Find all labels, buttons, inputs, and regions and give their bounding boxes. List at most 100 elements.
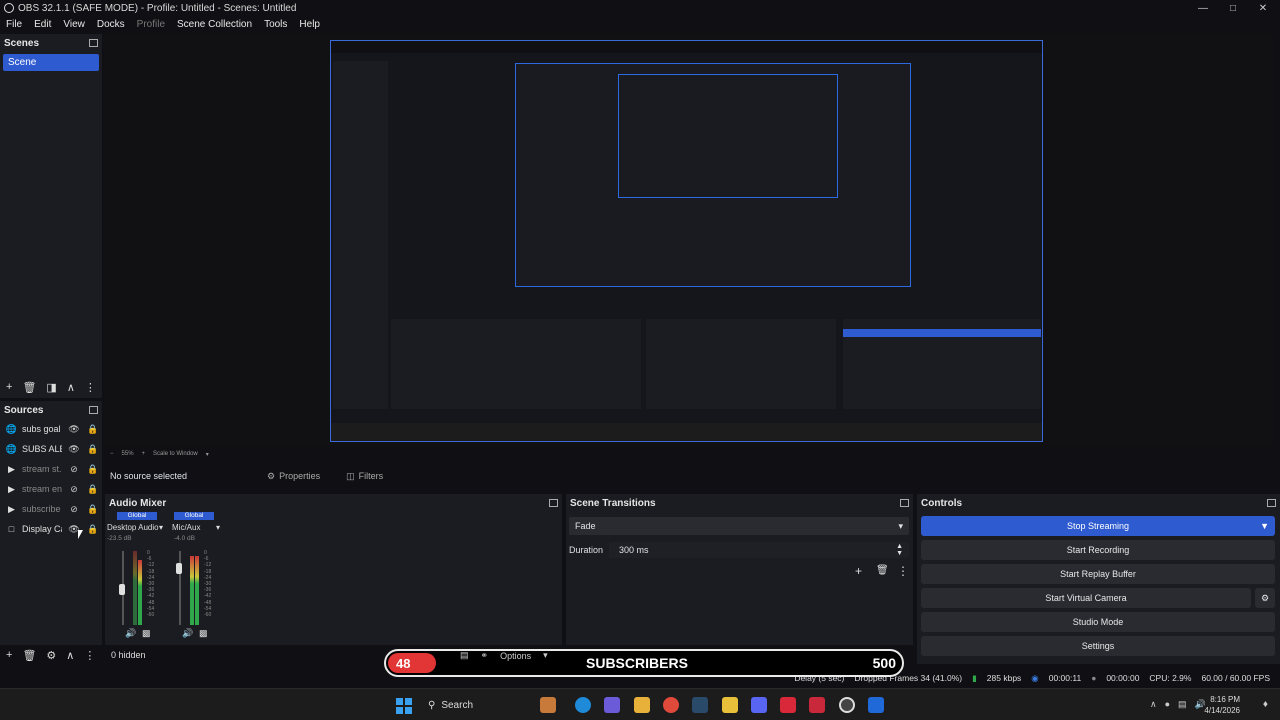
stop-streaming-button[interactable]: Stop Streaming ▼: [921, 516, 1275, 536]
chevron-down-icon[interactable]: ▾: [159, 523, 163, 532]
source-item[interactable]: ▶ stream st... ⊘ 🔒: [0, 459, 102, 479]
hidden-eye-icon[interactable]: ⊘: [67, 464, 81, 475]
remove-source-icon[interactable]: 🗑: [22, 649, 36, 662]
add-source-icon[interactable]: +: [6, 649, 12, 661]
lock-icon[interactable]: 🔒: [86, 484, 100, 495]
scene-list-item[interactable]: Scene: [3, 54, 99, 71]
volume-slider-knob[interactable]: [119, 584, 125, 595]
chevron-down-icon[interactable]: ▾: [543, 650, 548, 661]
zoom-in-icon[interactable]: +: [142, 451, 146, 457]
menu-file[interactable]: File: [0, 19, 28, 30]
scene-filters-icon[interactable]: ◨: [46, 381, 56, 394]
source-item[interactable]: 🌐 SUBS ALERT 👁 🔒: [0, 439, 102, 459]
steam-icon[interactable]: [692, 697, 708, 713]
float-dock-icon[interactable]: [1267, 499, 1276, 507]
menu-edit[interactable]: Edit: [28, 19, 57, 30]
spinner-arrows-icon[interactable]: ▲ ▼: [896, 543, 903, 557]
add-transition-icon[interactable]: +: [855, 564, 862, 578]
controls-header: Controls: [917, 494, 1280, 512]
notification-bell-icon[interactable]: ♦: [1263, 699, 1268, 710]
channel-menu-icon[interactable]: ▩: [199, 628, 208, 639]
float-dock-icon[interactable]: [549, 499, 558, 507]
add-scene-icon[interactable]: +: [6, 381, 12, 393]
more-options-icon[interactable]: ⋮: [84, 649, 95, 662]
filters-button[interactable]: ◫ Filters: [340, 469, 389, 484]
discord-icon[interactable]: [751, 697, 767, 713]
close-button[interactable]: ✕: [1248, 0, 1278, 16]
source-item[interactable]: 🌐 subs goal 👁 🔒: [0, 419, 102, 439]
preview-canvas[interactable]: [330, 40, 1043, 442]
volume-slider-knob[interactable]: [176, 563, 182, 574]
zoom-out-icon[interactable]: −: [110, 451, 114, 457]
studio-mode-button[interactable]: Studio Mode: [921, 612, 1275, 632]
chevron-down-icon[interactable]: ▾: [216, 523, 220, 532]
file-explorer-icon[interactable]: [634, 697, 650, 713]
widget-icon[interactable]: [540, 697, 556, 713]
lock-icon[interactable]: 🔒: [86, 504, 100, 515]
app-icon[interactable]: [868, 697, 884, 713]
start-replay-buffer-button[interactable]: Start Replay Buffer: [921, 564, 1275, 584]
source-item[interactable]: □ Display Ca... 👁 🔒: [0, 519, 102, 539]
app-icon[interactable]: [722, 697, 738, 713]
scale-label[interactable]: Scale to Window: [153, 451, 198, 457]
lock-icon[interactable]: 🔒: [86, 444, 100, 455]
acrobat-icon[interactable]: [780, 697, 796, 713]
speaker-icon[interactable]: 🔊: [182, 628, 193, 639]
source-item[interactable]: ▶ subscribe ⊘ 🔒: [0, 499, 102, 519]
taskbar-search[interactable]: ⚲ Search: [422, 693, 582, 717]
hidden-eye-icon[interactable]: ⊘: [67, 504, 81, 515]
start-virtual-camera-button[interactable]: Start Virtual Camera: [921, 588, 1251, 608]
window-icon[interactable]: ▤: [460, 650, 469, 661]
visibility-eye-icon[interactable]: 👁: [67, 424, 81, 435]
media-icon[interactable]: [809, 697, 825, 713]
zoom-level[interactable]: 55%: [122, 451, 134, 457]
menu-scene-collection[interactable]: Scene Collection: [171, 19, 258, 30]
settings-button[interactable]: Settings: [921, 636, 1275, 656]
move-up-icon[interactable]: ∧: [66, 649, 74, 662]
minimize-button[interactable]: —: [1188, 0, 1218, 16]
options-label[interactable]: Options: [500, 651, 531, 661]
chevron-down-icon[interactable]: ▼: [1260, 521, 1269, 531]
remove-scene-icon[interactable]: 🗑: [22, 381, 36, 394]
more-options-icon[interactable]: ⋮: [85, 381, 96, 394]
remove-transition-icon[interactable]: 🗑: [876, 565, 889, 576]
transition-select[interactable]: Fade ▾: [569, 517, 909, 535]
obs-taskbar-icon[interactable]: [839, 697, 855, 713]
float-dock-icon[interactable]: [89, 406, 98, 414]
start-recording-button[interactable]: Start Recording: [921, 540, 1275, 560]
virtual-camera-settings-button[interactable]: ⚙: [1255, 588, 1275, 608]
lock-icon[interactable]: 🔒: [86, 424, 100, 435]
lock-icon[interactable]: 🔒: [86, 524, 100, 535]
float-dock-icon[interactable]: [900, 499, 909, 507]
hidden-count[interactable]: 0 hidden: [111, 650, 146, 660]
taskbar-clock[interactable]: 8:16 PM 4/14/2026: [1204, 694, 1240, 716]
float-dock-icon[interactable]: [89, 39, 98, 47]
source-settings-icon[interactable]: ⚙: [46, 649, 56, 662]
microphone-icon[interactable]: ●: [1165, 699, 1170, 710]
menu-view[interactable]: View: [57, 19, 91, 30]
windows-start-icon[interactable]: [396, 698, 412, 714]
properties-button[interactable]: ⚙ Properties: [261, 469, 326, 484]
chevron-down-icon[interactable]: ▾: [206, 451, 209, 458]
more-options-icon[interactable]: ⋮: [897, 564, 909, 578]
hidden-eye-icon[interactable]: ⊘: [67, 484, 81, 495]
speaker-icon[interactable]: 🔊: [125, 628, 136, 639]
maximize-button[interactable]: □: [1218, 0, 1248, 16]
duration-input[interactable]: 300 ms ▲ ▼: [609, 542, 909, 558]
link-icon[interactable]: ⚭: [481, 650, 489, 661]
channel-menu-icon[interactable]: ▩: [142, 628, 151, 639]
visibility-eye-icon[interactable]: 👁: [67, 444, 81, 455]
edge-browser-icon[interactable]: [575, 697, 591, 713]
source-item[interactable]: ▶ stream en... ⊘ 🔒: [0, 479, 102, 499]
menu-docks[interactable]: Docks: [91, 19, 131, 30]
chrome-icon[interactable]: [663, 697, 679, 713]
title-bar: OBS 32.1.1 (SAFE MODE) - Profile: Untitl…: [0, 0, 1280, 16]
teams-icon[interactable]: [604, 697, 620, 713]
lock-icon[interactable]: 🔒: [86, 464, 100, 475]
menu-help[interactable]: Help: [293, 19, 326, 30]
move-up-icon[interactable]: ∧: [67, 381, 75, 394]
menu-profile[interactable]: Profile: [131, 19, 171, 30]
network-icon[interactable]: ▤: [1178, 699, 1187, 710]
menu-tools[interactable]: Tools: [258, 19, 293, 30]
chevron-up-icon[interactable]: ∧: [1150, 699, 1157, 710]
